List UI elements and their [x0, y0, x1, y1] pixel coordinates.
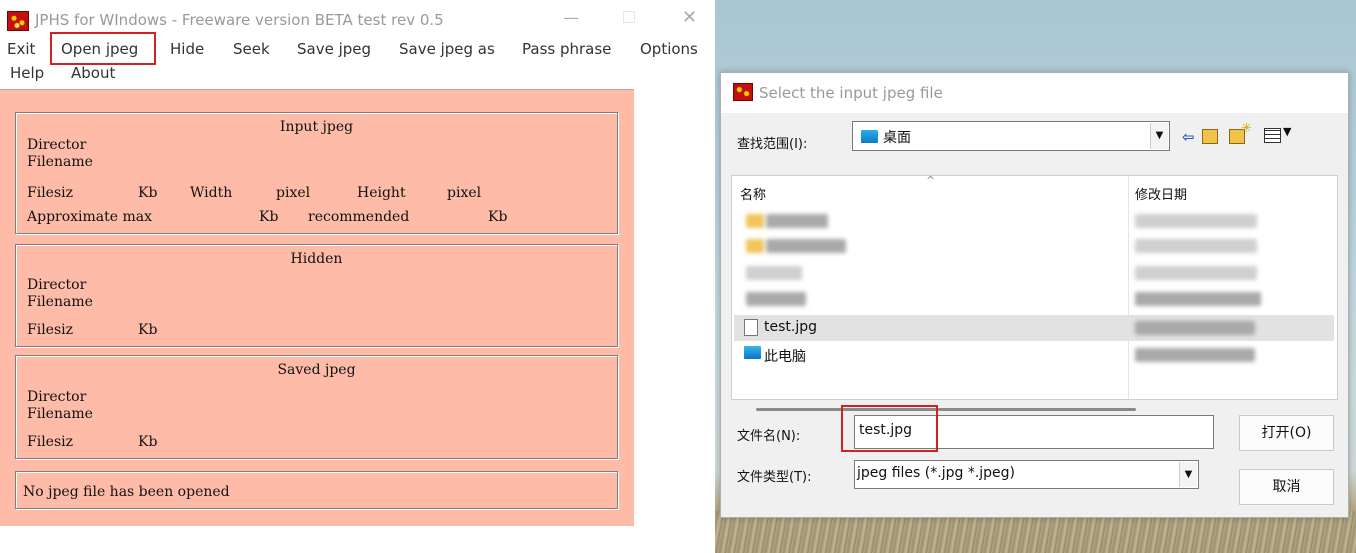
saved-filesize-label: Filesiz [27, 434, 73, 450]
scrollbar-thumb[interactable] [756, 408, 1136, 411]
file-name: 此电脑 [764, 349, 806, 365]
blurred-file-name[interactable] [746, 292, 806, 306]
file-name: test.jpg [764, 319, 817, 335]
sort-caret-icon: ^ [926, 175, 936, 187]
blurred-date [1135, 239, 1257, 253]
status-text: No jpeg file has been opened [23, 484, 230, 500]
look-in-dropdown-arrow[interactable]: ▼ [1150, 123, 1168, 149]
view-menu-icon[interactable] [1264, 128, 1281, 143]
window-title: JPHS for WIndows - Freeware version BETA… [35, 11, 444, 29]
hidden-group: Hidden Director Filename Filesiz Kb [15, 244, 618, 347]
file-list[interactable]: ^ 名称 修改日期 test.jpg 此电脑 [731, 175, 1338, 400]
new-folder-star-icon: ✳ [1241, 121, 1252, 136]
look-in-value: 桌面 [883, 130, 911, 146]
input-jpeg-group: Input jpeg Director Filename Filesiz Kb … [15, 112, 618, 234]
input-height-label: Height [357, 185, 406, 201]
filetype-value: jpeg files (*.jpg *.jpeg) [857, 465, 1016, 481]
input-recommended-unit: Kb [488, 209, 508, 225]
menu-bar: Exit Open jpeg Hide Seek Save jpeg Save … [0, 32, 712, 88]
file-row-this-pc[interactable]: 此电脑 [734, 342, 1334, 368]
input-height-unit: pixel [447, 185, 482, 201]
minimize-button[interactable]: — [563, 8, 579, 27]
input-filesize-label: Filesiz [27, 185, 73, 201]
blurred-folder-icon [746, 239, 764, 253]
column-header-name[interactable]: 名称 [740, 184, 766, 203]
menu-pass-phrase[interactable]: Pass phrase [522, 40, 611, 58]
up-folder-icon[interactable] [1202, 129, 1218, 144]
hidden-title: Hidden [290, 251, 343, 267]
jphs-dialog-icon [733, 83, 753, 101]
blurred-file-name[interactable] [766, 239, 846, 253]
input-jpeg-title: Input jpeg [279, 119, 354, 135]
open-file-dialog: Select the input jpeg file 查找范围(I): 桌面 ▼… [720, 72, 1349, 518]
jphs-client-area: Input jpeg Director Filename Filesiz Kb … [0, 89, 634, 526]
menu-help[interactable]: Help [10, 64, 44, 82]
hidden-filename-label: Filename [27, 294, 93, 310]
blurred-folder-icon [746, 214, 764, 228]
input-approx-label: Approximate max [27, 209, 153, 225]
dialog-title: Select the input jpeg file [759, 84, 943, 102]
blurred-file-name[interactable] [746, 266, 802, 280]
blurred-file-name[interactable] [766, 214, 828, 228]
file-row-test-jpg[interactable]: test.jpg [734, 315, 1334, 341]
title-bar: JPHS for WIndows - Freeware version BETA… [0, 0, 712, 36]
cancel-button[interactable]: 取消 [1239, 469, 1334, 505]
column-header-date[interactable]: 修改日期 [1135, 184, 1187, 203]
filename-label: 文件名(N): [737, 429, 801, 444]
jphs-app-icon [7, 11, 29, 31]
maximize-button[interactable] [623, 11, 635, 23]
input-width-unit: pixel [276, 185, 311, 201]
jphs-main-window: JPHS for WIndows - Freeware version BETA… [0, 0, 712, 553]
file-icon [744, 319, 758, 336]
blurred-date [1135, 214, 1257, 228]
hidden-directory-label: Director [27, 277, 87, 293]
saved-filename-label: Filename [27, 406, 93, 422]
menu-save-jpeg[interactable]: Save jpeg [297, 40, 371, 58]
blurred-date [1135, 266, 1257, 280]
status-group: No jpeg file has been opened [15, 471, 618, 509]
blurred-date [1135, 321, 1255, 335]
saved-jpeg-title: Saved jpeg [277, 362, 356, 378]
look-in-combo[interactable]: 桌面 ▼ [852, 121, 1170, 151]
filetype-combo[interactable]: jpeg files (*.jpg *.jpeg) ▼ [854, 460, 1199, 489]
input-width-label: Width [190, 185, 233, 201]
saved-filesize-unit: Kb [138, 434, 158, 450]
input-directory-label: Director [27, 137, 87, 153]
hidden-filesize-label: Filesiz [27, 322, 73, 338]
input-filesize-unit: Kb [138, 185, 158, 201]
close-button[interactable]: ✕ [682, 7, 697, 28]
menu-seek[interactable]: Seek [233, 40, 270, 58]
hidden-filesize-unit: Kb [138, 322, 158, 338]
input-filename-label: Filename [27, 154, 93, 170]
open-jpeg-highlight [50, 32, 156, 65]
filetype-label: 文件类型(T): [737, 470, 812, 485]
input-approx-unit: Kb [259, 209, 279, 225]
input-recommended-label: recommended [308, 209, 410, 225]
menu-about[interactable]: About [71, 64, 115, 82]
saved-directory-label: Director [27, 389, 87, 405]
blurred-date [1135, 292, 1261, 306]
desktop-folder-icon [861, 130, 878, 143]
menu-save-jpeg-as[interactable]: Save jpeg as [399, 40, 495, 58]
back-arrow-icon[interactable]: ⇦ [1182, 128, 1195, 146]
saved-jpeg-group: Saved jpeg Director Filename Filesiz Kb [15, 355, 618, 459]
menu-options[interactable]: Options [640, 40, 698, 58]
dialog-title-bar: Select the input jpeg file [721, 73, 1348, 113]
look-in-label: 查找范围(I): [737, 137, 808, 152]
menu-exit[interactable]: Exit [7, 40, 35, 58]
blurred-date [1135, 348, 1255, 362]
filetype-dropdown-arrow[interactable]: ▼ [1179, 462, 1197, 487]
view-menu-arrow-icon[interactable]: ▼ [1283, 125, 1291, 138]
open-button[interactable]: 打开(O) [1239, 415, 1334, 451]
this-pc-icon [744, 346, 761, 359]
filename-highlight [841, 405, 938, 452]
menu-hide[interactable]: Hide [170, 40, 204, 58]
